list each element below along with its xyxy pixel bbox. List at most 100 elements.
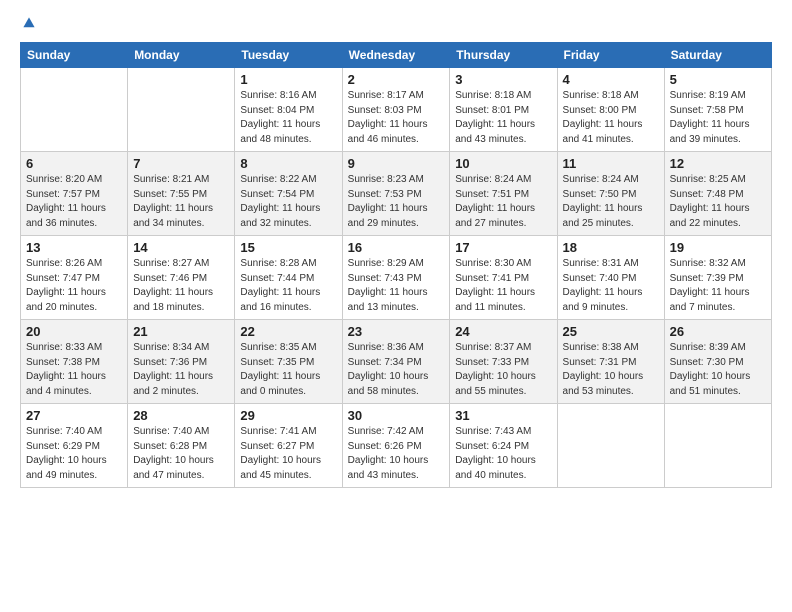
day-info: Sunrise: 8:22 AMSunset: 7:54 PMDaylight:… <box>240 173 336 231</box>
weekday-header-monday: Monday <box>128 43 235 68</box>
calendar-cell: 18 Sunrise: 8:31 AMSunset: 7:40 PMDayligh… <box>557 236 664 320</box>
calendar-cell: 1 Sunrise: 8:16 AMSunset: 8:04 PMDaylight… <box>235 68 342 152</box>
calendar-cell: 26 Sunrise: 8:39 AMSunset: 7:30 PMDayligh… <box>664 320 771 404</box>
calendar-cell: 21 Sunrise: 8:34 AMSunset: 7:36 PMDayligh… <box>128 320 235 404</box>
day-number: 26 <box>670 324 766 339</box>
day-info: Sunrise: 8:36 AMSunset: 7:34 PMDaylight:… <box>348 341 445 399</box>
calendar-cell <box>128 68 235 152</box>
calendar-cell: 28 Sunrise: 7:40 AMSunset: 6:28 PMDayligh… <box>128 404 235 488</box>
day-info: Sunrise: 8:25 AMSunset: 7:48 PMDaylight:… <box>670 173 766 231</box>
calendar-cell <box>664 404 771 488</box>
day-number: 31 <box>455 408 551 423</box>
calendar-cell: 25Sunrise: 8:38 AMSunset: 7:31 PMDayligh… <box>557 320 664 404</box>
day-number: 19 <box>670 240 766 255</box>
day-info: Sunrise: 7:43 AMSunset: 6:24 PMDaylight:… <box>455 425 551 483</box>
day-number: 14 <box>133 240 229 255</box>
calendar-cell: 5 Sunrise: 8:19 AMSunset: 7:58 PMDaylight… <box>664 68 771 152</box>
weekday-header-thursday: Thursday <box>450 43 557 68</box>
day-info: Sunrise: 8:28 AMSunset: 7:44 PMDaylight:… <box>240 257 336 315</box>
day-info: Sunrise: 8:24 AMSunset: 7:51 PMDaylight:… <box>455 173 551 231</box>
day-number: 21 <box>133 324 229 339</box>
calendar-cell <box>557 404 664 488</box>
calendar-cell: 19 Sunrise: 8:32 AMSunset: 7:39 PMDayligh… <box>664 236 771 320</box>
day-number: 20 <box>26 324 122 339</box>
day-info: Sunrise: 8:21 AMSunset: 7:55 PMDaylight:… <box>133 173 229 231</box>
day-info: Sunrise: 7:42 AMSunset: 6:26 PMDaylight:… <box>348 425 445 483</box>
day-info: Sunrise: 8:39 AMSunset: 7:30 PMDaylight:… <box>670 341 766 399</box>
day-number: 11 <box>563 156 659 171</box>
day-number: 5 <box>670 72 766 87</box>
calendar-cell: 12Sunrise: 8:25 AMSunset: 7:48 PMDayligh… <box>664 152 771 236</box>
day-number: 6 <box>26 156 122 171</box>
day-info: Sunrise: 8:31 AMSunset: 7:40 PMDaylight:… <box>563 257 659 315</box>
calendar-cell: 10 Sunrise: 8:24 AMSunset: 7:51 PMDayligh… <box>450 152 557 236</box>
weekday-header-saturday: Saturday <box>664 43 771 68</box>
day-info: Sunrise: 8:23 AMSunset: 7:53 PMDaylight:… <box>348 173 445 231</box>
header <box>20 16 772 30</box>
day-info: Sunrise: 8:18 AMSunset: 8:00 PMDaylight:… <box>563 89 659 147</box>
day-info: Sunrise: 7:40 AMSunset: 6:29 PMDaylight:… <box>26 425 122 483</box>
day-info: Sunrise: 8:19 AMSunset: 7:58 PMDaylight:… <box>670 89 766 147</box>
calendar-cell: 24 Sunrise: 8:37 AMSunset: 7:33 PMDayligh… <box>450 320 557 404</box>
day-info: Sunrise: 8:18 AMSunset: 8:01 PMDaylight:… <box>455 89 551 147</box>
day-info: Sunrise: 8:30 AMSunset: 7:41 PMDaylight:… <box>455 257 551 315</box>
weekday-header-friday: Friday <box>557 43 664 68</box>
day-info: Sunrise: 8:33 AMSunset: 7:38 PMDaylight:… <box>26 341 122 399</box>
day-info: Sunrise: 8:27 AMSunset: 7:46 PMDaylight:… <box>133 257 229 315</box>
day-number: 8 <box>240 156 336 171</box>
day-number: 13 <box>26 240 122 255</box>
day-info: Sunrise: 7:41 AMSunset: 6:27 PMDaylight:… <box>240 425 336 483</box>
calendar-cell: 30Sunrise: 7:42 AMSunset: 6:26 PMDayligh… <box>342 404 450 488</box>
day-info: Sunrise: 8:16 AMSunset: 8:04 PMDaylight:… <box>240 89 336 147</box>
day-info: Sunrise: 8:17 AMSunset: 8:03 PMDaylight:… <box>348 89 445 147</box>
day-info: Sunrise: 8:26 AMSunset: 7:47 PMDaylight:… <box>26 257 122 315</box>
calendar-cell: 9 Sunrise: 8:23 AMSunset: 7:53 PMDaylight… <box>342 152 450 236</box>
weekday-header-row: SundayMondayTuesdayWednesdayThursdayFrid… <box>21 43 772 68</box>
day-number: 23 <box>348 324 445 339</box>
calendar-cell: 15Sunrise: 8:28 AMSunset: 7:44 PMDayligh… <box>235 236 342 320</box>
calendar-week-row: 27 Sunrise: 7:40 AMSunset: 6:29 PMDayligh… <box>21 404 772 488</box>
calendar-cell <box>21 68 128 152</box>
calendar-cell: 20 Sunrise: 8:33 AMSunset: 7:38 PMDayligh… <box>21 320 128 404</box>
calendar-cell: 6 Sunrise: 8:20 AMSunset: 7:57 PMDaylight… <box>21 152 128 236</box>
calendar-cell: 11 Sunrise: 8:24 AMSunset: 7:50 PMDayligh… <box>557 152 664 236</box>
calendar-cell: 16 Sunrise: 8:29 AMSunset: 7:43 PMDayligh… <box>342 236 450 320</box>
calendar-cell: 23 Sunrise: 8:36 AMSunset: 7:34 PMDayligh… <box>342 320 450 404</box>
calendar-week-row: 1 Sunrise: 8:16 AMSunset: 8:04 PMDaylight… <box>21 68 772 152</box>
day-number: 9 <box>348 156 445 171</box>
day-number: 2 <box>348 72 445 87</box>
day-number: 16 <box>348 240 445 255</box>
day-number: 17 <box>455 240 551 255</box>
day-number: 29 <box>240 408 336 423</box>
day-info: Sunrise: 7:40 AMSunset: 6:28 PMDaylight:… <box>133 425 229 483</box>
day-info: Sunrise: 8:29 AMSunset: 7:43 PMDaylight:… <box>348 257 445 315</box>
day-number: 22 <box>240 324 336 339</box>
day-number: 3 <box>455 72 551 87</box>
day-number: 27 <box>26 408 122 423</box>
day-info: Sunrise: 8:24 AMSunset: 7:50 PMDaylight:… <box>563 173 659 231</box>
calendar-cell: 8 Sunrise: 8:22 AMSunset: 7:54 PMDaylight… <box>235 152 342 236</box>
day-number: 18 <box>563 240 659 255</box>
day-info: Sunrise: 8:20 AMSunset: 7:57 PMDaylight:… <box>26 173 122 231</box>
calendar-cell: 29 Sunrise: 7:41 AMSunset: 6:27 PMDayligh… <box>235 404 342 488</box>
calendar-cell: 7 Sunrise: 8:21 AMSunset: 7:55 PMDaylight… <box>128 152 235 236</box>
day-info: Sunrise: 8:34 AMSunset: 7:36 PMDaylight:… <box>133 341 229 399</box>
calendar-cell: 14 Sunrise: 8:27 AMSunset: 7:46 PMDayligh… <box>128 236 235 320</box>
page: SundayMondayTuesdayWednesdayThursdayFrid… <box>0 0 792 612</box>
day-number: 24 <box>455 324 551 339</box>
day-info: Sunrise: 8:32 AMSunset: 7:39 PMDaylight:… <box>670 257 766 315</box>
calendar-cell: 22 Sunrise: 8:35 AMSunset: 7:35 PMDayligh… <box>235 320 342 404</box>
calendar-week-row: 20 Sunrise: 8:33 AMSunset: 7:38 PMDayligh… <box>21 320 772 404</box>
calendar-cell: 17 Sunrise: 8:30 AMSunset: 7:41 PMDayligh… <box>450 236 557 320</box>
day-number: 10 <box>455 156 551 171</box>
calendar-table: SundayMondayTuesdayWednesdayThursdayFrid… <box>20 42 772 488</box>
day-info: Sunrise: 8:35 AMSunset: 7:35 PMDaylight:… <box>240 341 336 399</box>
day-number: 1 <box>240 72 336 87</box>
calendar-cell: 27 Sunrise: 7:40 AMSunset: 6:29 PMDayligh… <box>21 404 128 488</box>
weekday-header-sunday: Sunday <box>21 43 128 68</box>
calendar-cell: 2 Sunrise: 8:17 AMSunset: 8:03 PMDaylight… <box>342 68 450 152</box>
day-number: 28 <box>133 408 229 423</box>
day-info: Sunrise: 8:37 AMSunset: 7:33 PMDaylight:… <box>455 341 551 399</box>
logo <box>20 16 38 30</box>
day-number: 7 <box>133 156 229 171</box>
